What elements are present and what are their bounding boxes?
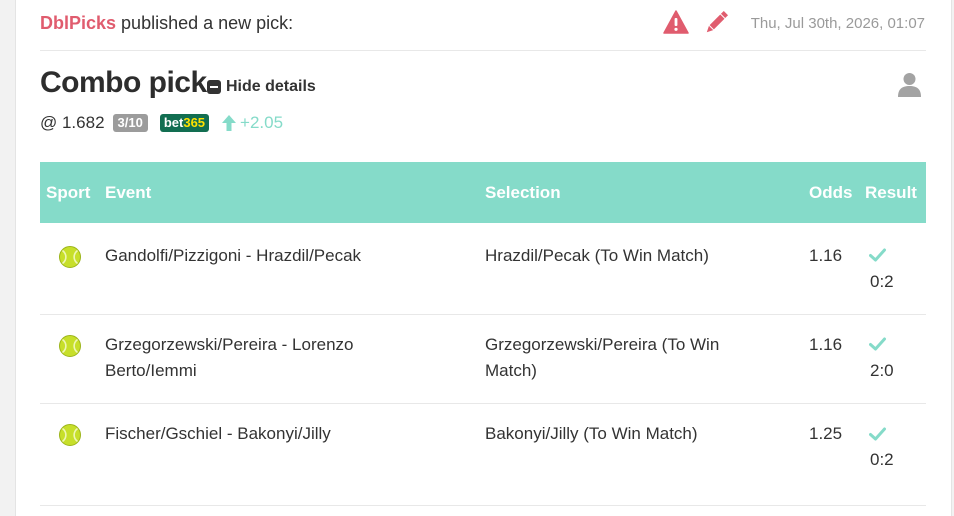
- selection-name: Hrazdil/Pecak (To Win Match): [485, 246, 709, 265]
- header-result: Result: [865, 183, 917, 202]
- total-odds: @ 1.682: [40, 113, 105, 132]
- event-name[interactable]: Gandolfi/Pizzigoni - Hrazdil/Pecak: [105, 243, 475, 269]
- hide-details-toggle[interactable]: Hide details: [207, 78, 316, 96]
- header-selection: Selection: [485, 183, 561, 202]
- arrow-up-icon: [222, 115, 237, 131]
- check-icon: [869, 337, 886, 351]
- bookmaker-name-part2: 365: [183, 115, 206, 130]
- check-icon: [869, 427, 886, 441]
- header-odds: Odds: [809, 183, 853, 202]
- bookmaker-badge[interactable]: bet365: [159, 114, 210, 132]
- publish-date: Thu, Jul 30th, 2026, 01:07: [750, 15, 925, 32]
- stake-badge: 3/10: [112, 114, 148, 132]
- bookmaker-name-part1: bet: [163, 115, 184, 130]
- table-header: Sport Event Selection Odds Result: [40, 162, 926, 223]
- header-event: Event: [105, 183, 152, 202]
- pick-title: Combo pick: [40, 66, 207, 99]
- pick-header: DblPicks published a new pick: Thu, Jul …: [40, 0, 926, 51]
- result-score: 0:2: [870, 450, 894, 469]
- selection-name: Grzegorzewski/Pereira (To Win Match): [485, 335, 720, 380]
- odds-value: 1.16: [809, 335, 843, 354]
- odds-value: 1.25: [809, 424, 843, 443]
- warning-icon[interactable]: [663, 10, 689, 34]
- odds-change: +2.05: [240, 113, 284, 132]
- hide-details-label: Hide details: [226, 78, 316, 95]
- event-name[interactable]: Grzegorzewski/Pereira - Lorenzo Berto/Ie…: [105, 332, 405, 384]
- tennis-ball-icon: [59, 246, 81, 268]
- user-icon[interactable]: [897, 72, 922, 98]
- table-row: Fischer/Gschiel - Bakonyi/Jilly Bakonyi/…: [40, 404, 926, 506]
- result-score: 2:0: [870, 361, 894, 380]
- tennis-ball-icon: [59, 335, 81, 357]
- event-name[interactable]: Fischer/Gschiel - Bakonyi/Jilly: [105, 421, 475, 447]
- result-score: 0:2: [870, 272, 894, 291]
- odds-value: 1.16: [809, 246, 843, 265]
- minus-square-icon: [207, 80, 221, 94]
- username-link[interactable]: DblPicks: [40, 13, 116, 33]
- table-row: Gandolfi/Pizzigoni - Hrazdil/Pecak Hrazd…: [40, 223, 926, 315]
- table-row: Grzegorzewski/Pereira - Lorenzo Berto/Ie…: [40, 315, 926, 404]
- publish-line: DblPicks published a new pick:: [40, 13, 293, 34]
- selection-name: Bakonyi/Jilly (To Win Match): [485, 424, 698, 443]
- pencil-icon[interactable]: [703, 10, 729, 36]
- pick-summary: @ 1.682 3/10 bet365 +2.05: [40, 111, 283, 135]
- published-text: published a new pick:: [116, 13, 294, 33]
- header-sport: Sport: [46, 183, 91, 202]
- check-icon: [869, 248, 886, 262]
- tennis-ball-icon: [59, 424, 81, 446]
